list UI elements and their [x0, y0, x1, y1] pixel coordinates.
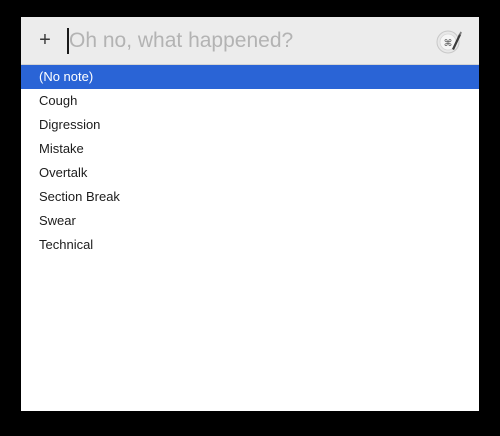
list-item[interactable]: Cough [21, 89, 479, 113]
list-item[interactable]: Section Break [21, 185, 479, 209]
list-item[interactable]: Swear [21, 209, 479, 233]
search-bar: + ⌘ [21, 17, 479, 65]
list-item[interactable]: Overtalk [21, 161, 479, 185]
note-type-list: (No note) Cough Digression Mistake Overtalk S… [21, 65, 479, 257]
svg-text:⌘: ⌘ [444, 39, 453, 49]
search-input[interactable] [69, 25, 429, 57]
list-item[interactable]: Digression [21, 113, 479, 137]
add-button[interactable]: + [35, 27, 55, 53]
list-item[interactable]: Technical [21, 233, 479, 257]
list-item[interactable]: Mistake [21, 137, 479, 161]
list-item[interactable]: (No note) [21, 65, 479, 89]
note-marker-icon[interactable]: ⌘ [435, 28, 463, 56]
note-picker-window: + ⌘ (No note)CoughDigressionMistakeOvert… [21, 17, 479, 411]
